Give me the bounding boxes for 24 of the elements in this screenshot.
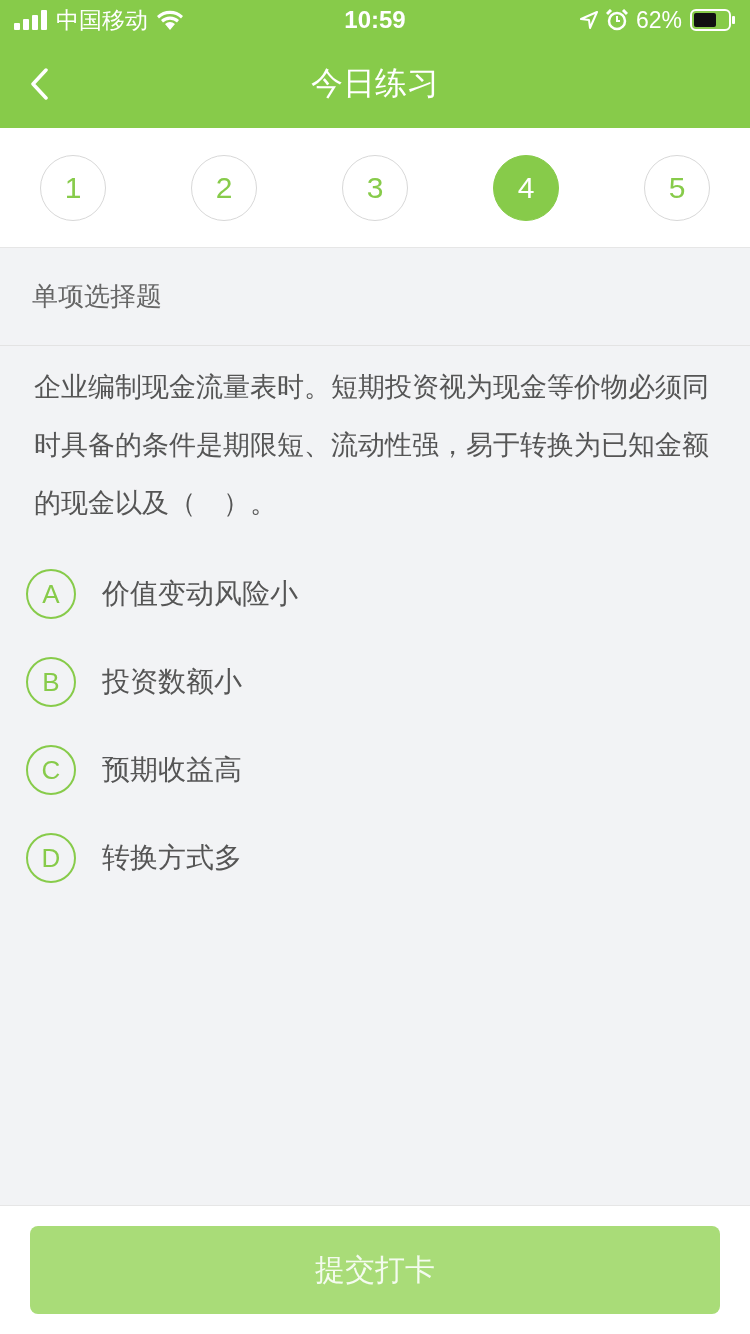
question-number-button[interactable]: 2 — [191, 154, 257, 221]
question-number-button[interactable]: 5 — [644, 154, 710, 221]
wifi-icon — [156, 10, 184, 30]
question-number-button[interactable]: 4 — [493, 154, 559, 221]
page-title: 今日练习 — [311, 63, 439, 104]
question-number-button[interactable]: 1 — [40, 154, 106, 221]
signal-icon — [14, 10, 48, 30]
question-number-button[interactable]: 3 — [342, 154, 408, 221]
location-arrow-icon — [579, 11, 598, 29]
option-text[interactable]: 预期收益高 — [102, 751, 242, 789]
carrier-name: 中国移动 — [56, 5, 148, 35]
question-text: 企业编制现金流量表时。短期投资视为现金等价物必须同时具备的条件是期限短、流动性强，易于转换为已知金额的现金以及（ ）。 — [34, 370, 710, 520]
alarm-clock-icon — [605, 9, 628, 31]
status-time: 10:59 — [344, 6, 406, 34]
option-letter-button[interactable]: C — [26, 745, 76, 795]
question-type-label: 单项选择题 — [32, 280, 162, 313]
option-text[interactable]: 价值变动风险小 — [102, 575, 298, 613]
option-text[interactable]: 投资数额小 — [102, 663, 242, 701]
option-letter-button[interactable]: A — [26, 569, 76, 619]
battery-icon — [690, 9, 736, 31]
battery-percent: 62% — [635, 6, 682, 34]
option-text[interactable]: 转换方式多 — [102, 839, 242, 877]
option-letter-button[interactable]: B — [26, 657, 76, 707]
option-letter-button[interactable]: D — [26, 833, 76, 883]
